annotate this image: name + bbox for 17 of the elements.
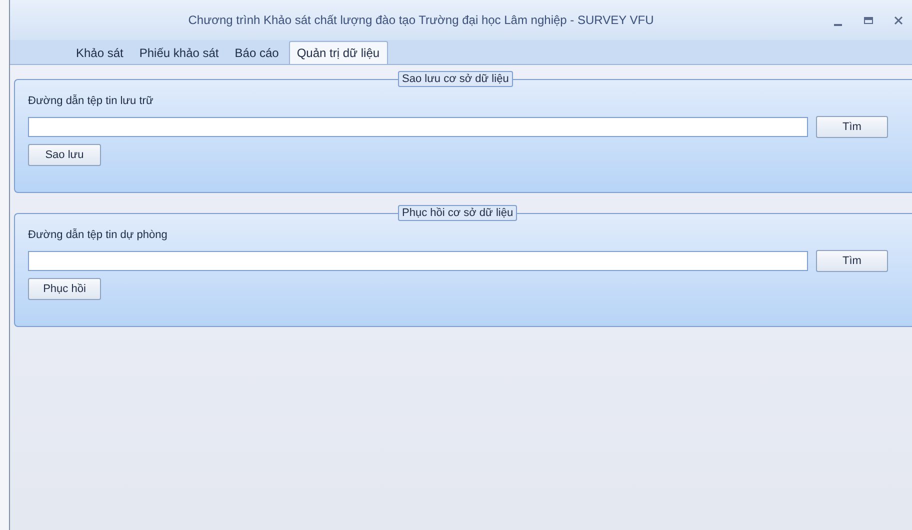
browse-button[interactable]: Tìm xyxy=(816,116,888,138)
browse-button[interactable]: Tìm xyxy=(816,250,888,272)
action-button[interactable]: Sao lưu xyxy=(28,144,101,166)
group-title: Phục hồi cơ sở dữ liệu xyxy=(398,205,518,221)
tab[interactable]: Báo cáo xyxy=(226,41,287,64)
close-button[interactable] xyxy=(892,14,904,26)
window-title: Chương trình Khảo sát chất lượng đào tạo Trường đại học Lâm nghiệp - SURVEY VFU xyxy=(187,12,655,29)
field-label: Đường dẫn tệp tin lưu trữ xyxy=(28,94,154,108)
path-field[interactable] xyxy=(28,251,808,271)
action-button[interactable]: Phục hồi xyxy=(28,278,101,300)
group-title: Sao lưu cơ sở dữ liệu xyxy=(398,71,513,87)
field-label: Đường dẫn tệp tin dự phòng xyxy=(28,228,168,242)
tab[interactable]: Phiếu khảo sát xyxy=(131,41,227,64)
path-field[interactable] xyxy=(28,117,808,137)
tab[interactable]: Quản trị dữ liệu xyxy=(288,41,388,64)
tab[interactable]: Khảo sát xyxy=(68,41,132,64)
maximize-button[interactable] xyxy=(862,14,874,26)
